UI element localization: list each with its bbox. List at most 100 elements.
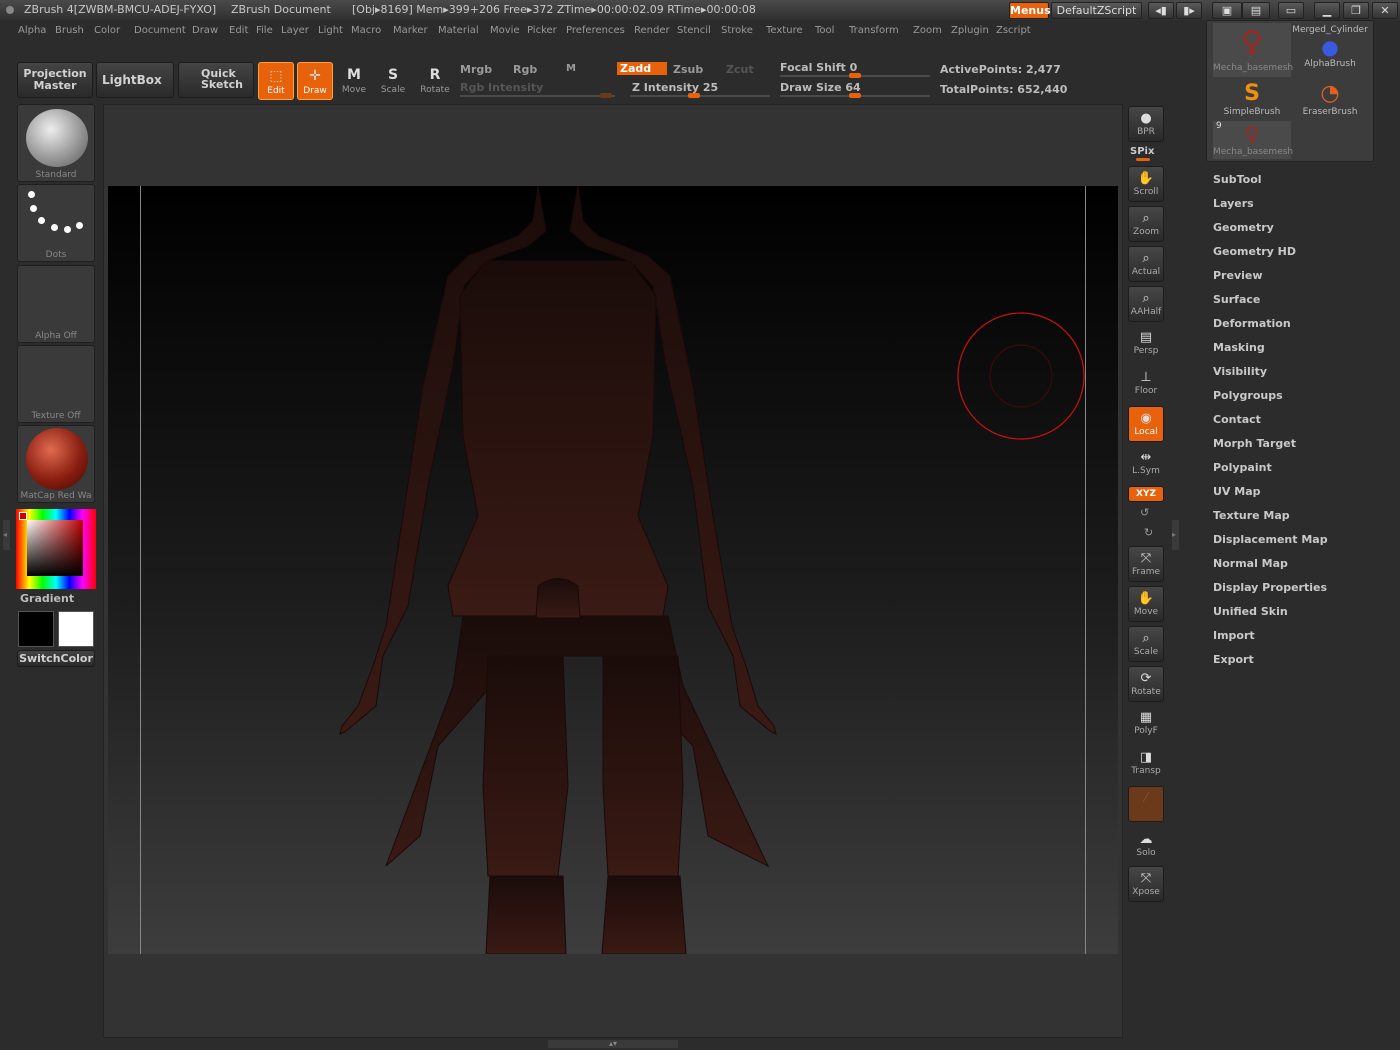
menu-movie[interactable]: Movie [490,25,520,36]
z-intensity-knob[interactable] [688,93,700,98]
menu-document[interactable]: Document [134,25,186,36]
gradient-label[interactable]: Gradient [20,592,74,605]
local-button[interactable]: ◉ Local [1128,406,1164,442]
close-icon[interactable]: ✕ [1372,2,1398,19]
draw-size-knob[interactable] [849,93,861,98]
submenu-normal-map[interactable]: Normal Map [1213,556,1393,580]
submenu-polygroups[interactable]: Polygroups [1213,388,1393,412]
submenu-uv-map[interactable]: UV Map [1213,484,1393,508]
spix-label[interactable]: SPix [1130,146,1154,157]
rgb-toggle[interactable]: Rgb [513,63,537,76]
panel-right-icon[interactable]: ▮▸ [1176,2,1202,19]
persp-button[interactable]: ▤ Persp [1128,326,1164,362]
actual-button[interactable]: ⌕ Actual [1128,246,1164,282]
draw-button[interactable]: ✛ Draw [297,62,333,100]
lightbox-button[interactable]: LightBox [96,62,174,98]
quick-sketch-button[interactable]: Quick Sketch [178,62,254,98]
submenu-surface[interactable]: Surface [1213,292,1393,316]
menu-draw[interactable]: Draw [192,25,218,36]
tool-mecha-basemesh[interactable]: ♀ Mecha_basemesh [1213,23,1293,77]
character-model[interactable] [108,186,1118,954]
submenu-displacement-map[interactable]: Displacement Map [1213,532,1393,556]
brush-selector[interactable]: Standard [17,104,95,182]
menu-alpha[interactable]: Alpha [18,25,46,36]
panel-left-icon[interactable]: ◂▮ [1148,2,1174,19]
layout-icon[interactable]: ▣ [1212,2,1242,19]
xpose-button[interactable]: ⤧ Xpose [1128,866,1164,902]
texture-selector[interactable]: Texture Off [17,345,95,423]
color-swatch-marker[interactable] [19,512,27,520]
edit-button[interactable]: ⬚ Edit [258,62,294,100]
focal-shift-knob[interactable] [849,73,861,78]
zadd-toggle[interactable]: Zadd [617,62,667,75]
minimize-icon[interactable]: ▁ [1314,2,1340,19]
submenu-polypaint[interactable]: Polypaint [1213,460,1393,484]
right-tray-toggle-icon[interactable]: ▸ [1172,520,1179,550]
submenu-geometry[interactable]: Geometry [1213,220,1393,244]
menu-preferences[interactable]: Preferences [566,25,625,36]
rgb-intensity-knob[interactable] [600,93,612,98]
menu-tool[interactable]: Tool [815,25,834,36]
scale-button[interactable]: S Scale [375,62,411,100]
main-color-swatch[interactable] [18,611,54,647]
transp-button[interactable]: ◨ Transp [1128,746,1164,782]
menu-texture[interactable]: Texture [766,25,803,36]
rotate-z-icon[interactable]: ↻ [1144,526,1153,539]
tool-mecha-basemesh-2[interactable]: 9 ♀ Mecha_basemesh [1213,121,1293,159]
z-intensity-slider[interactable] [630,95,770,97]
menu-macro[interactable]: Macro [351,25,381,36]
menu-zplugin[interactable]: Zplugin [951,25,989,36]
menu-light[interactable]: Light [318,25,343,36]
zsub-toggle[interactable]: Zsub [673,63,703,76]
m-toggle[interactable]: M [566,63,576,74]
color-picker[interactable] [16,509,96,589]
lsym-button[interactable]: ⇹ L.Sym [1128,446,1164,482]
menus-button[interactable]: Menus [1009,2,1051,19]
move-view-button[interactable]: ✋ Move [1128,586,1164,622]
maximize-icon[interactable]: ❐ [1343,2,1369,19]
rgb-intensity-slider[interactable] [460,95,615,97]
projection-master-button[interactable]: Projection Master [17,62,93,98]
material-selector[interactable]: MatCap Red Wa [17,425,95,503]
menu-layer[interactable]: Layer [281,25,309,36]
bottom-tray-toggle-icon[interactable]: ▴▾ [548,1040,678,1048]
viewport[interactable] [108,186,1118,954]
zcut-toggle[interactable]: Zcut [726,63,754,76]
alpha-selector[interactable]: Alpha Off [17,265,95,343]
submenu-subtool[interactable]: SubTool [1213,172,1393,196]
menu-brush[interactable]: Brush [55,25,84,36]
submenu-geometry-hd[interactable]: Geometry HD [1213,244,1393,268]
solo-button[interactable]: ☁ Solo [1128,828,1164,864]
menu-transform[interactable]: Transform [849,25,899,36]
menu-stroke[interactable]: Stroke [721,25,753,36]
submenu-masking[interactable]: Masking [1213,340,1393,364]
aahalf-button[interactable]: ⌕ AAHalf [1128,286,1164,322]
ghost-button[interactable]: ⁄ Ghost [1128,786,1164,822]
submenu-import[interactable]: Import [1213,628,1393,652]
menu-material[interactable]: Material [438,25,479,36]
switch-color-button[interactable]: SwitchColor [17,650,95,667]
lock-icon[interactable]: ▭ [1278,2,1304,19]
zoom-button[interactable]: ⌕ Zoom [1128,206,1164,242]
menu-edit[interactable]: Edit [229,25,248,36]
submenu-visibility[interactable]: Visibility [1213,364,1393,388]
polyf-button[interactable]: ▦ PolyF [1128,706,1164,742]
menu-color[interactable]: Color [94,25,120,36]
menu-zoom[interactable]: Zoom [913,25,942,36]
submenu-export[interactable]: Export [1213,652,1393,676]
frame-button[interactable]: ⤧ Frame [1128,546,1164,582]
menu-picker[interactable]: Picker [527,25,557,36]
scroll-button[interactable]: ✋ Scroll [1128,166,1164,202]
tool-merged-cylinder[interactable]: Merged_Cylinder ● AlphaBrush [1291,25,1369,77]
left-tray-toggle-icon[interactable]: ◂ [3,520,10,550]
xyz-button[interactable]: XYZ [1128,486,1164,502]
menu-render[interactable]: Render [634,25,670,36]
tool-simplebrush[interactable]: S SimpleBrush [1213,81,1291,121]
move-button[interactable]: M Move [336,62,372,100]
submenu-unified-skin[interactable]: Unified Skin [1213,604,1393,628]
menu-file[interactable]: File [256,25,273,36]
submenu-contact[interactable]: Contact [1213,412,1393,436]
rotate-view-button[interactable]: ⟳ Rotate [1128,666,1164,702]
mrgb-toggle[interactable]: Mrgb [460,63,492,76]
scale-view-button[interactable]: ⌕ Scale [1128,626,1164,662]
